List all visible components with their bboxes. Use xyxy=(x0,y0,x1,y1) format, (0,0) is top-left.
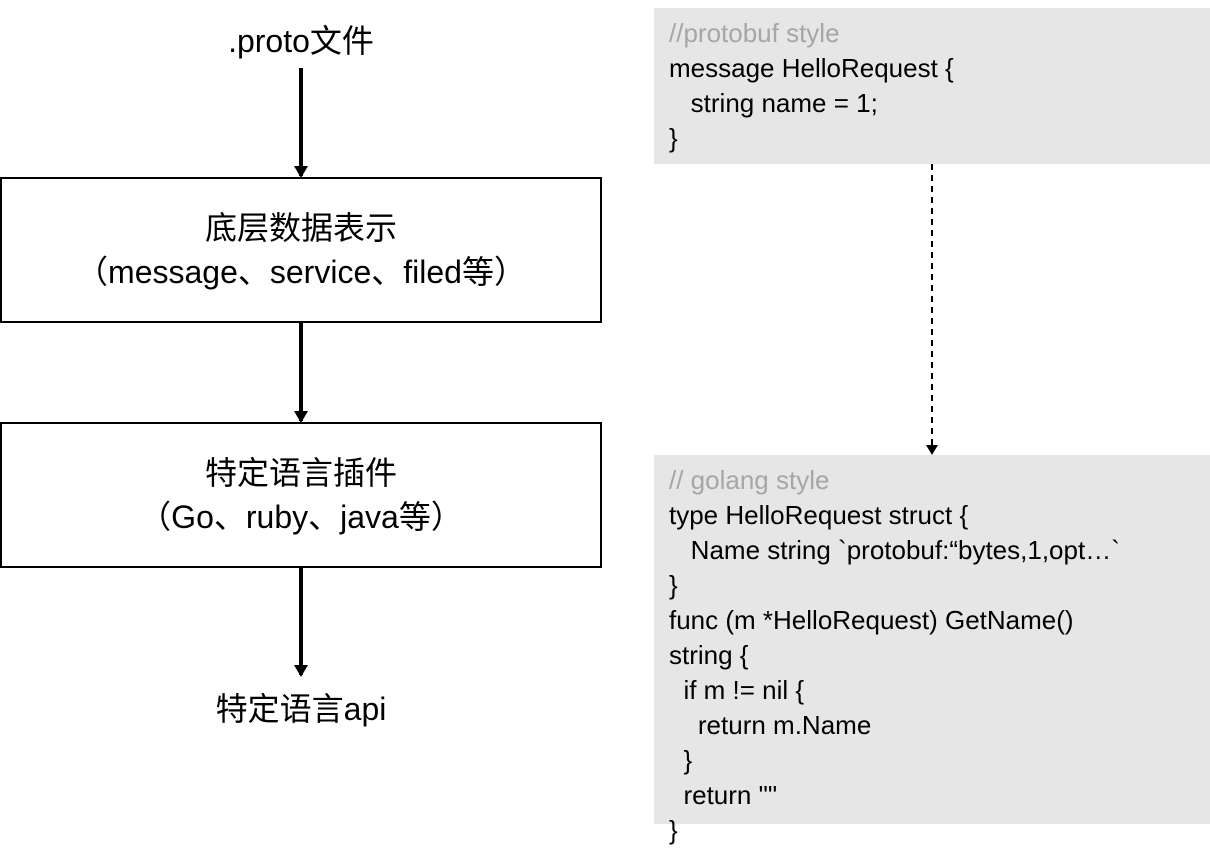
code-line: if m != nil { xyxy=(669,675,805,705)
data-representation-box: 底层数据表示 （message、service、filed等） xyxy=(0,177,602,323)
arrowhead-plugin-to-api xyxy=(294,665,308,677)
code-line: func (m *HelloRequest) GetName() xyxy=(669,605,1074,635)
code-line: // golang style xyxy=(669,465,830,495)
code-line: message HelloRequest { xyxy=(669,53,954,83)
code-line: } xyxy=(669,570,678,600)
code-line: Name string `protobuf:“bytes,1,opt…` xyxy=(669,535,1120,565)
code-line: } xyxy=(669,123,678,153)
data-representation-title: 底层数据表示 xyxy=(204,210,397,246)
proto-file-label: .proto文件 xyxy=(228,23,374,59)
code-line: string name = 1; xyxy=(669,88,878,118)
code-line: } xyxy=(669,745,693,775)
data-representation-subtitle: （message、service、filed等） xyxy=(76,254,526,290)
code-line: string { xyxy=(669,640,749,670)
code-line: type HelloRequest struct { xyxy=(669,500,969,530)
language-plugin-title: 特定语言插件 xyxy=(204,455,397,491)
language-api-label: 特定语言api xyxy=(215,691,387,727)
language-plugin-box: 特定语言插件 （Go、ruby、java等） xyxy=(0,422,602,568)
code-line: //protobuf style xyxy=(669,18,840,48)
code-line: return "" xyxy=(669,780,778,810)
protobuf-code-panel: //protobuf style message HelloRequest { … xyxy=(654,8,1210,164)
code-line: } xyxy=(669,815,678,845)
golang-code-panel: // golang style type HelloRequest struct… xyxy=(654,455,1210,845)
code-line: return m.Name xyxy=(669,710,872,740)
language-plugin-subtitle: （Go、ruby、java等） xyxy=(139,499,463,535)
dashed-arrowhead-protobuf-to-golang xyxy=(926,445,938,455)
